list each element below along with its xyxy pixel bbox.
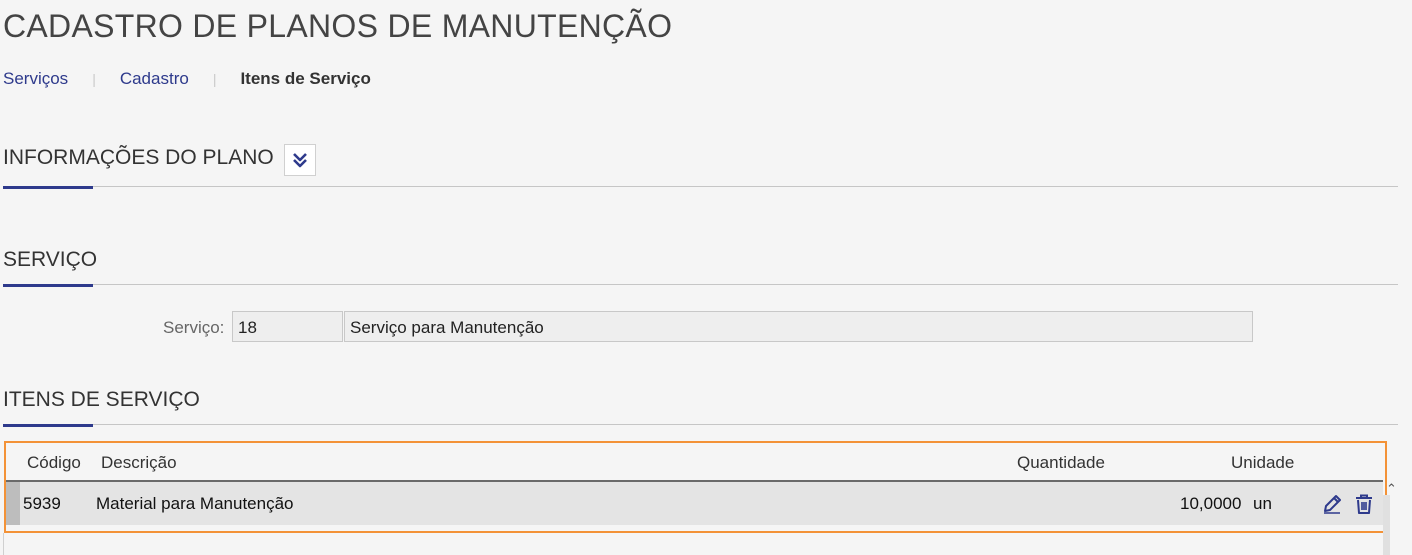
grid-left-edge bbox=[3, 533, 4, 555]
breadcrumb: Serviços | Cadastro | Itens de Serviço bbox=[3, 69, 371, 89]
breadcrumb-cadastro[interactable]: Cadastro bbox=[120, 69, 189, 89]
breadcrumb-separator: | bbox=[92, 71, 96, 87]
section-accent-bar bbox=[3, 186, 93, 189]
service-items-title: ITENS DE SERVIÇO bbox=[3, 388, 200, 411]
service-label: Serviço: bbox=[163, 318, 225, 337]
service-section-title: SERVIÇO bbox=[3, 248, 98, 271]
breadcrumb-current: Itens de Serviço bbox=[240, 69, 371, 88]
grid-scrollbar[interactable] bbox=[1383, 495, 1390, 555]
breadcrumb-servicos[interactable]: Serviços bbox=[3, 69, 68, 89]
plan-info-title: INFORMAÇÕES DO PLANO bbox=[3, 146, 274, 169]
service-description-field[interactable]: Serviço para Manutenção bbox=[344, 311, 1253, 342]
double-chevron-down-icon bbox=[293, 153, 307, 168]
expand-plan-info-button[interactable] bbox=[284, 144, 316, 176]
section-accent-bar bbox=[3, 424, 93, 427]
items-grid-highlight bbox=[4, 441, 1387, 533]
page-title: CADASTRO DE PLANOS DE MANUTENÇÃO bbox=[3, 8, 673, 44]
service-items-section-header: ITENS DE SERVIÇO bbox=[3, 388, 1398, 427]
plan-info-section-header: INFORMAÇÕES DO PLANO bbox=[3, 146, 1398, 189]
section-accent-bar bbox=[3, 284, 93, 287]
service-section-header: SERVIÇO bbox=[3, 248, 1398, 287]
breadcrumb-separator: | bbox=[212, 71, 217, 87]
service-code-field[interactable]: 18 bbox=[232, 311, 343, 342]
